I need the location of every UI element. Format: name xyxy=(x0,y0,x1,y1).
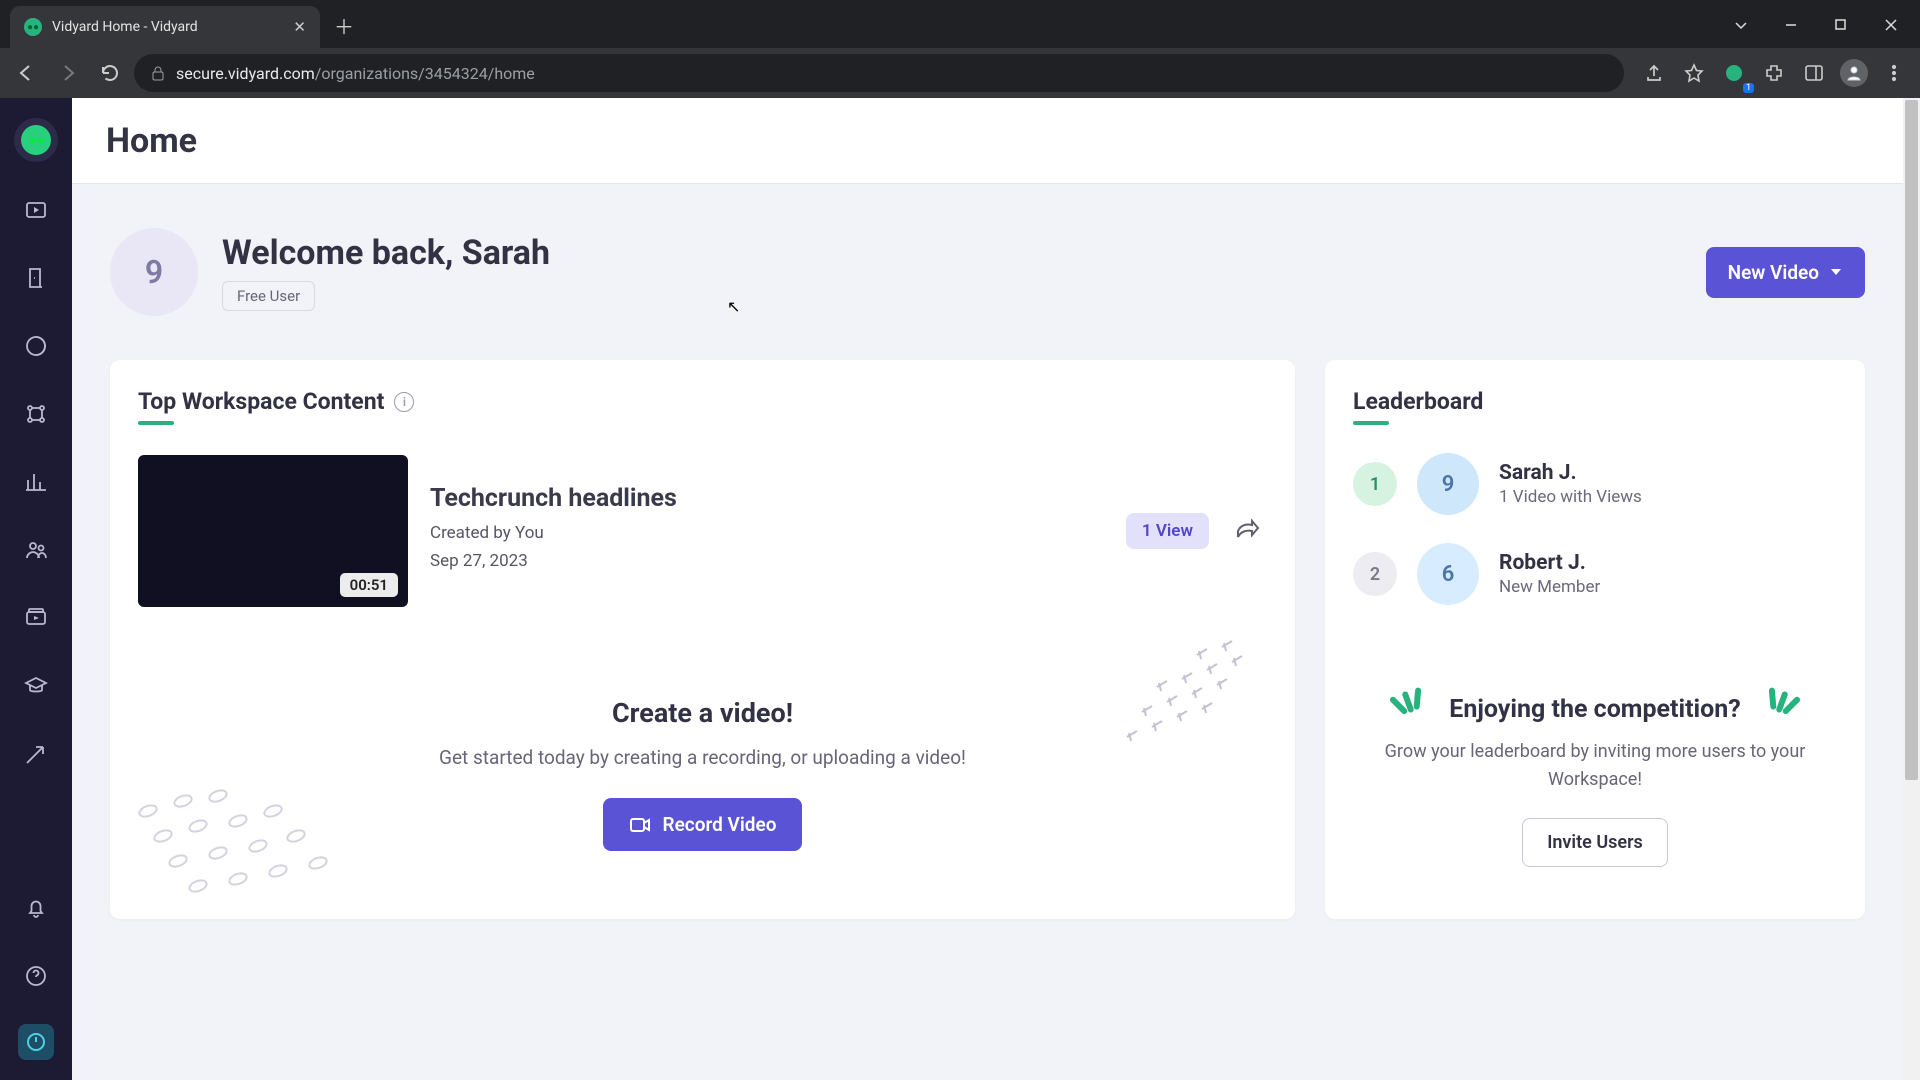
page-content: ↖ Home 9 Welcome back, Sarah Free User N… xyxy=(72,98,1903,1080)
browser-tab[interactable]: ●● Vidyard Home - Vidyard ✕ xyxy=(10,6,320,48)
page-title: Home xyxy=(106,121,197,161)
back-button[interactable] xyxy=(8,55,44,91)
window-controls xyxy=(1718,8,1920,48)
invite-users-button[interactable]: Invite Users xyxy=(1522,818,1668,867)
record-icon xyxy=(629,814,651,836)
app-sidebar xyxy=(0,98,72,1080)
close-tab-icon[interactable]: ✕ xyxy=(293,18,306,36)
video-views-badge[interactable]: 1 View xyxy=(1126,513,1209,549)
leaderboard-sub: New Member xyxy=(1499,577,1600,597)
profile-avatar-icon[interactable] xyxy=(1836,55,1872,91)
close-window-icon[interactable] xyxy=(1868,8,1914,42)
leaderboard-card: Leaderboard 1 9 Sarah J. 1 Video with Vi… xyxy=(1325,360,1865,919)
leaderboard-sub: 1 Video with Views xyxy=(1499,487,1642,507)
top-content-card: Top Workspace Content i 00:51 Techcrunch… xyxy=(110,360,1295,919)
sidebar-item-education[interactable] xyxy=(16,666,56,706)
video-thumbnail[interactable]: 00:51 xyxy=(138,455,408,607)
sidebar-item-rooms[interactable] xyxy=(16,258,56,298)
invite-sub: Grow your leaderboard by inviting more u… xyxy=(1353,738,1837,794)
url-text: secure.vidyard.com/organizations/3454324… xyxy=(176,64,535,83)
chevron-down-icon xyxy=(1829,265,1843,279)
bookmark-star-icon[interactable] xyxy=(1676,55,1712,91)
sidebar-item-analytics[interactable] xyxy=(16,462,56,502)
share-video-icon[interactable] xyxy=(1227,511,1267,551)
video-creator: Created by You xyxy=(430,523,677,543)
browser-menu-icon[interactable] xyxy=(1876,55,1912,91)
top-content-title: Top Workspace Content i xyxy=(138,388,414,425)
new-video-button[interactable]: New Video xyxy=(1706,247,1865,298)
tabs-dropdown-icon[interactable] xyxy=(1718,8,1764,42)
browser-titlebar: ●● Vidyard Home - Vidyard ✕ ＋ xyxy=(0,0,1920,48)
leaderboard-name: Sarah J. xyxy=(1499,461,1642,485)
welcome-row: 9 Welcome back, Sarah Free User New Vide… xyxy=(110,228,1865,316)
video-date: Sep 27, 2023 xyxy=(430,551,677,571)
new-tab-button[interactable]: ＋ xyxy=(334,11,354,40)
browser-toolbar: secure.vidyard.com/organizations/3454324… xyxy=(0,48,1920,98)
create-heading: Create a video! xyxy=(318,697,1087,729)
vidyard-extension-icon[interactable] xyxy=(1716,55,1752,91)
share-page-icon[interactable] xyxy=(1636,55,1672,91)
tab-title: Vidyard Home - Vidyard xyxy=(52,19,283,35)
minimize-window-icon[interactable] xyxy=(1768,8,1814,42)
sidebar-item-notifications[interactable] xyxy=(16,888,56,928)
leaderboard-name: Robert J. xyxy=(1499,551,1600,575)
lock-icon xyxy=(150,65,166,81)
forward-button[interactable] xyxy=(50,55,86,91)
plan-badge: Free User xyxy=(222,281,315,311)
user-avatar: 9 xyxy=(110,228,198,316)
leaderboard-row: 1 9 Sarah J. 1 Video with Views xyxy=(1353,453,1837,515)
address-bar[interactable]: secure.vidyard.com/organizations/3454324… xyxy=(134,54,1624,92)
app-logo[interactable] xyxy=(14,118,58,162)
leaderboard-title: Leaderboard xyxy=(1353,388,1483,425)
create-sub: Get started today by creating a recordin… xyxy=(318,743,1087,772)
video-title[interactable]: Techcrunch headlines xyxy=(430,484,677,513)
sidebar-item-power[interactable] xyxy=(18,1024,54,1060)
vertical-scrollbar[interactable] xyxy=(1903,98,1920,1080)
page-header: Home xyxy=(72,98,1903,184)
video-row: 00:51 Techcrunch headlines Created by Yo… xyxy=(138,455,1267,607)
sidebar-item-integrations[interactable] xyxy=(16,394,56,434)
leaderboard-avatar: 9 xyxy=(1417,453,1479,515)
side-panel-icon[interactable] xyxy=(1796,55,1832,91)
reload-button[interactable] xyxy=(92,55,128,91)
record-video-button[interactable]: Record Video xyxy=(603,798,803,851)
maximize-window-icon[interactable] xyxy=(1818,8,1864,42)
decoration-arrows-right-icon xyxy=(1117,637,1277,767)
sidebar-item-library[interactable] xyxy=(16,190,56,230)
tab-favicon: ●● xyxy=(24,18,42,36)
leaderboard-rank: 1 xyxy=(1353,462,1397,506)
create-video-block: Create a video! Get started today by cre… xyxy=(138,677,1267,891)
leaderboard-row: 2 6 Robert J. New Member xyxy=(1353,543,1837,605)
sidebar-item-help[interactable] xyxy=(16,956,56,996)
sidebar-item-insights[interactable] xyxy=(16,326,56,366)
decoration-dots-left-icon xyxy=(128,781,348,921)
extensions-icon[interactable] xyxy=(1756,55,1792,91)
invite-block: Enjoying the competition? Grow your lead… xyxy=(1353,695,1837,887)
video-duration: 00:51 xyxy=(340,573,398,597)
new-video-label: New Video xyxy=(1728,261,1819,284)
sidebar-item-campaigns[interactable] xyxy=(16,734,56,774)
welcome-heading: Welcome back, Sarah xyxy=(222,233,550,273)
sidebar-item-team[interactable] xyxy=(16,530,56,570)
leaderboard-avatar: 6 xyxy=(1417,543,1479,605)
leaderboard-rank: 2 xyxy=(1353,552,1397,596)
info-icon[interactable]: i xyxy=(394,392,414,412)
sidebar-item-channels[interactable] xyxy=(16,598,56,638)
